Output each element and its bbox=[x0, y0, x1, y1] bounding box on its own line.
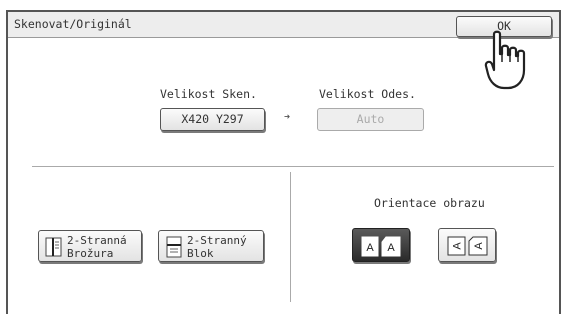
tablet-icon bbox=[165, 236, 183, 261]
portrait-orientation-icon: A A bbox=[361, 236, 401, 257]
panel-title: Skenovat/Originál bbox=[14, 17, 132, 31]
hand-pointer-icon bbox=[484, 30, 534, 96]
booklet-label-line1: 2-Stranná bbox=[67, 234, 127, 247]
svg-text:A: A bbox=[387, 242, 395, 254]
send-size-label: Velikost Odes. bbox=[319, 87, 416, 101]
scan-size-button[interactable]: X420 Y297 bbox=[160, 108, 265, 131]
orientation-label: Orientace obrazu bbox=[374, 196, 485, 210]
two-sided-tablet-button[interactable]: 2-Stranný Blok bbox=[158, 230, 264, 262]
vertical-divider bbox=[290, 172, 291, 302]
booklet-label-line2: Brožura bbox=[67, 247, 114, 260]
booklet-icon bbox=[45, 236, 63, 261]
svg-text:A: A bbox=[366, 242, 374, 254]
tablet-label-line1: 2-Stranný bbox=[187, 234, 247, 247]
title-bar: Skenovat/Originál OK bbox=[8, 12, 559, 38]
svg-text:A: A bbox=[473, 242, 485, 250]
svg-text:A: A bbox=[452, 242, 464, 250]
two-sided-booklet-button[interactable]: 2-Stranná Brožura bbox=[38, 230, 142, 262]
send-size-button: Auto bbox=[317, 108, 424, 131]
orientation-landscape-button[interactable]: A A bbox=[438, 228, 496, 262]
arrow-right-icon: ➜ bbox=[284, 112, 291, 123]
scan-size-label: Velikost Sken. bbox=[160, 87, 257, 101]
tablet-label-line2: Blok bbox=[187, 247, 214, 260]
horizontal-divider bbox=[32, 166, 554, 167]
landscape-orientation-icon: A A bbox=[447, 236, 488, 256]
orientation-portrait-button[interactable]: A A bbox=[352, 228, 410, 262]
scan-original-panel: Skenovat/Originál OK Velikost Sken. Veli… bbox=[6, 10, 561, 314]
